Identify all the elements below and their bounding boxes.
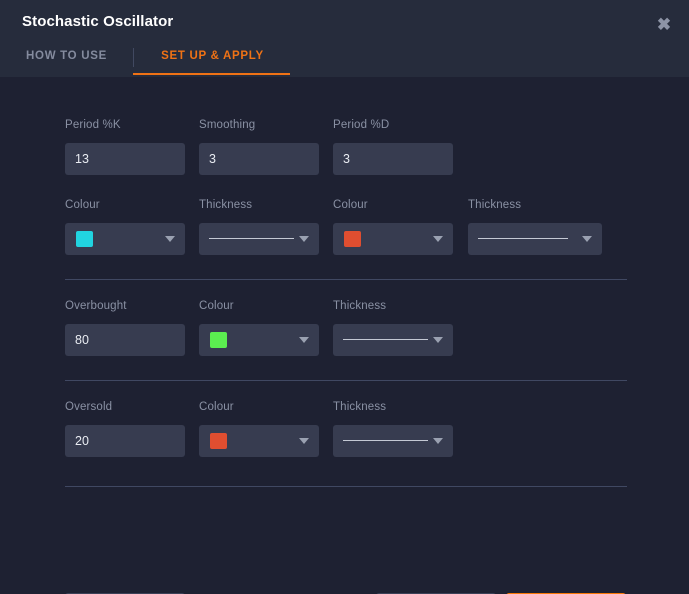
overbought-thickness-dropdown[interactable] (333, 324, 453, 356)
period-d-input[interactable] (333, 143, 453, 175)
chevron-down-icon (433, 236, 443, 242)
oversold-input[interactable] (65, 425, 185, 457)
label-oversold: Oversold (65, 401, 113, 413)
tab-how-to-use[interactable]: HOW TO USE (0, 44, 133, 77)
thickness-preview-overbought (343, 339, 428, 340)
overbought-colour-dropdown[interactable] (199, 324, 319, 356)
chevron-down-icon (433, 438, 443, 444)
tab-bar: HOW TO USE SET UP & APPLY (0, 44, 689, 77)
close-icon[interactable]: ✖ (652, 12, 676, 36)
period-k-input[interactable] (65, 143, 185, 175)
label-overbought-thickness: Thickness (333, 300, 387, 312)
smoothing-input[interactable] (199, 143, 319, 175)
chevron-down-icon (299, 236, 309, 242)
label-smoothing: Smoothing (199, 119, 256, 131)
colour-swatch-k (76, 231, 93, 247)
colour-swatch-d (344, 231, 361, 247)
page-title: Stochastic Oscillator (22, 13, 174, 30)
thickness-preview-d (478, 238, 568, 239)
oversold-thickness-dropdown[interactable] (333, 425, 453, 457)
label-d-thickness: Thickness (468, 199, 522, 211)
label-oversold-thickness: Thickness (333, 401, 387, 413)
d-thickness-dropdown[interactable] (468, 223, 602, 255)
thickness-preview-k (209, 238, 294, 239)
label-k-colour: Colour (65, 199, 100, 211)
label-period-d: Period %D (333, 119, 390, 131)
thickness-preview-oversold (343, 440, 428, 441)
chevron-down-icon (433, 337, 443, 343)
k-thickness-dropdown[interactable] (199, 223, 319, 255)
section-divider-2 (65, 380, 627, 381)
label-k-thickness: Thickness (199, 199, 253, 211)
label-overbought: Overbought (65, 300, 127, 312)
dialog-header: Stochastic Oscillator ✖ HOW TO USE SET U… (0, 0, 689, 77)
label-d-colour: Colour (333, 199, 368, 211)
stochastic-oscillator-dialog: Stochastic Oscillator ✖ HOW TO USE SET U… (0, 0, 689, 594)
d-colour-dropdown[interactable] (333, 223, 453, 255)
label-overbought-colour: Colour (199, 300, 234, 312)
overbought-input[interactable] (65, 324, 185, 356)
dialog-body: Period %K Smoothing Period %D Colour Thi… (0, 77, 689, 594)
chevron-down-icon (582, 236, 592, 242)
section-divider-3 (65, 486, 627, 487)
colour-swatch-oversold (210, 433, 227, 449)
chevron-down-icon (299, 438, 309, 444)
active-tab-indicator (133, 73, 290, 75)
section-divider-1 (65, 279, 627, 280)
chevron-down-icon (165, 236, 175, 242)
colour-swatch-overbought (210, 332, 227, 348)
label-oversold-colour: Colour (199, 401, 234, 413)
chevron-down-icon (299, 337, 309, 343)
k-colour-dropdown[interactable] (65, 223, 185, 255)
oversold-colour-dropdown[interactable] (199, 425, 319, 457)
label-period-k: Period %K (65, 119, 121, 131)
